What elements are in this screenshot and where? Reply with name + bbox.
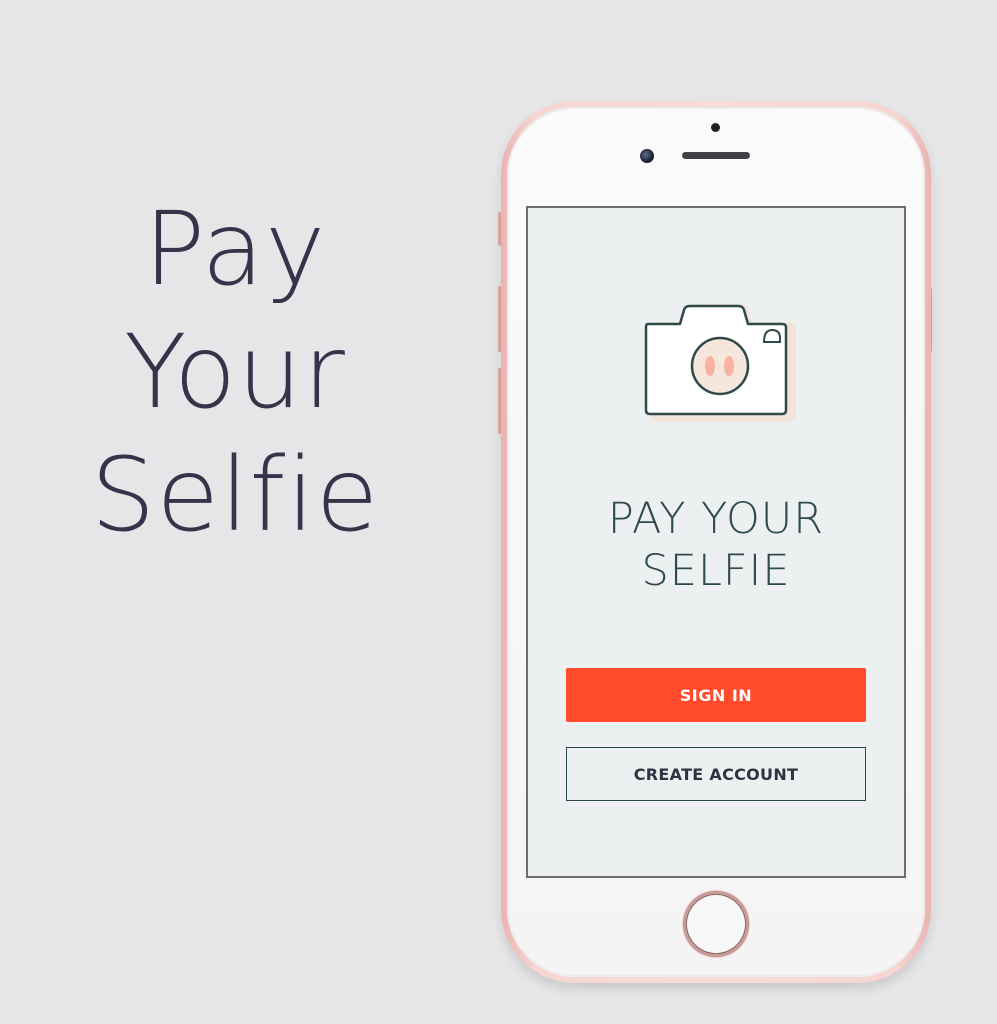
app-title-line-2: SELFIE: [641, 546, 791, 596]
earpiece-speaker: [682, 152, 750, 159]
headline: Pay Your Selfie: [90, 188, 380, 557]
phone-screen: PAY YOUR SELFIE SIGN IN CREATE ACCOUNT: [526, 206, 906, 878]
home-button[interactable]: [683, 891, 749, 957]
front-camera: [640, 149, 654, 163]
app-title: PAY YOUR SELFIE: [528, 493, 904, 597]
camera-icon: [644, 304, 796, 422]
headline-line-1: Pay: [143, 190, 327, 309]
headline-line-2: Your: [124, 313, 346, 432]
sign-in-button[interactable]: SIGN IN: [566, 668, 866, 722]
create-account-button[interactable]: CREATE ACCOUNT: [566, 747, 866, 801]
proximity-sensor: [711, 123, 720, 132]
app-title-line-1: PAY YOUR: [607, 494, 825, 544]
headline-line-3: Selfie: [90, 436, 380, 555]
